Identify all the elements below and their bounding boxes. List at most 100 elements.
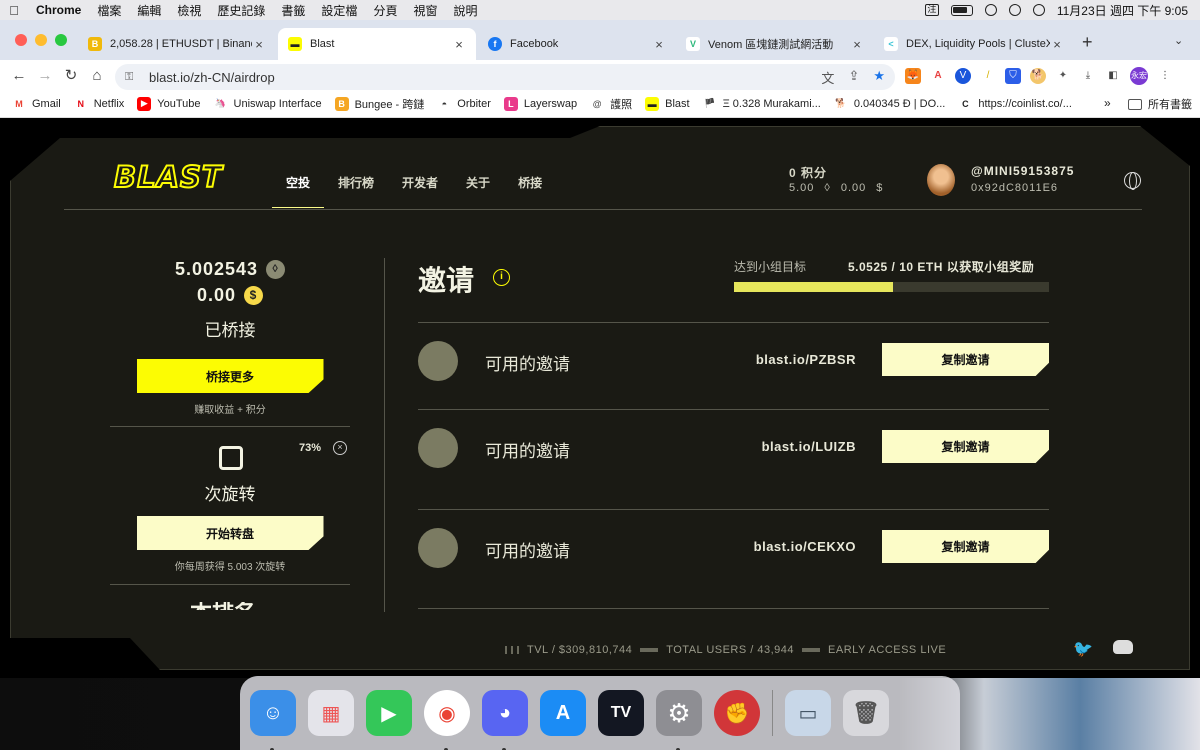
menu-help[interactable]: 說明 <box>445 2 485 19</box>
trash-icon[interactable]: 🗑 <box>843 690 889 736</box>
forward-arrow-icon[interactable]: → <box>32 67 58 84</box>
wallet-address[interactable]: 0x92dC8011E6 <box>971 182 1058 194</box>
url-text[interactable]: blast.io/zh-CN/airdrop <box>149 70 275 85</box>
note-icon[interactable]: / <box>980 68 996 84</box>
wifi-icon[interactable] <box>984 4 997 16</box>
profile-avatar[interactable]: 永宏 <box>1130 67 1148 85</box>
nav-airdrop[interactable]: 空投 <box>272 164 325 208</box>
shield-icon[interactable]: ⛉ <box>1005 68 1021 84</box>
language-globe-icon[interactable] <box>1124 172 1141 190</box>
all-bookmarks-folder[interactable]: 所有書籤 <box>1128 96 1192 112</box>
apple-menu-icon[interactable]:  <box>0 3 28 18</box>
tab-binance[interactable]: B 2,058.28 | ETHUSDT | Binance × <box>78 28 276 60</box>
bookmark-coinlist[interactable]: Chttps://coinlist.co/... <box>958 97 1072 111</box>
start-spin-button[interactable]: 开始转盘 <box>136 516 324 550</box>
finder-icon[interactable]: ☺ <box>250 690 296 750</box>
bookmark-bungee[interactable]: B Bungee - 跨鏈 <box>334 96 424 112</box>
close-tab-icon[interactable]: × <box>850 37 864 52</box>
nav-developers[interactable]: 开发者 <box>388 164 452 208</box>
menu-bookmarks[interactable]: 書籤 <box>273 2 313 19</box>
more-menu-icon[interactable]: ⋮ <box>1157 68 1173 84</box>
discord-icon[interactable] <box>1113 640 1133 654</box>
bookmark-doge[interactable]: 🐕 0.040345 Đ | DO... <box>834 97 945 111</box>
reload-icon[interactable]: ↻ <box>58 66 84 84</box>
bookmark-youtube[interactable]: ▶ YouTube <box>137 96 201 111</box>
bookmark-uniswap[interactable]: 🦄 Uniswap Interface <box>214 97 322 111</box>
menu-history[interactable]: 歷史記錄 <box>209 2 273 19</box>
nav-leaderboard[interactable]: 排行榜 <box>324 164 388 208</box>
invite-link[interactable]: blast.io/CEKXO <box>754 539 856 554</box>
riot-icon[interactable]: ✊ <box>714 690 760 736</box>
system-settings-icon[interactable]: ⚙ <box>656 690 702 750</box>
app-menu[interactable]: Chrome <box>28 3 89 17</box>
close-window-button[interactable] <box>15 34 27 46</box>
bookmark-orbiter[interactable]: ◓ Orbiter <box>437 97 491 111</box>
zoom-window-button[interactable] <box>55 34 67 46</box>
close-tab-icon[interactable]: × <box>452 37 466 52</box>
menu-window[interactable]: 視窗 <box>405 2 445 19</box>
doge-wallet-icon[interactable]: 🐕 <box>1030 68 1046 84</box>
back-arrow-icon[interactable]: ← <box>6 67 32 84</box>
user-avatar[interactable] <box>927 164 955 196</box>
new-tab-button[interactable]: + <box>1082 32 1093 53</box>
site-info-icon[interactable]: ⚿ <box>125 71 139 84</box>
bookmark-gmail[interactable]: M Gmail <box>12 97 60 111</box>
twitter-icon[interactable]: 🐦 <box>1073 639 1093 659</box>
nav-about[interactable]: 关于 <box>452 164 504 208</box>
address-bar[interactable]: ⚿ blast.io/zh-CN/airdrop 文 ⇪ ★ <box>115 64 895 90</box>
search-icon[interactable] <box>1008 4 1021 16</box>
side-panel-icon[interactable]: ◧ <box>1105 68 1121 84</box>
battery-icon[interactable] <box>950 4 973 16</box>
bookmark-passport[interactable]: @ 護照 <box>590 96 632 112</box>
invite-link[interactable]: blast.io/PZBSR <box>756 352 856 367</box>
menu-edit[interactable]: 編輯 <box>129 2 169 19</box>
tradingview-icon[interactable]: TV <box>598 690 644 736</box>
username[interactable]: @MINI59153875 <box>971 164 1074 178</box>
invite-link[interactable]: blast.io/LUIZB <box>762 439 856 454</box>
launchpad-icon[interactable]: ▦ <box>308 690 354 736</box>
avalanche-icon[interactable]: A <box>930 68 946 84</box>
close-tab-icon[interactable]: × <box>252 37 266 52</box>
home-icon[interactable]: ⌂ <box>84 67 110 84</box>
copy-invite-button[interactable]: 复制邀请 <box>882 343 1049 376</box>
menu-tab[interactable]: 分頁 <box>365 2 405 19</box>
nav-bridge[interactable]: 桥接 <box>504 164 556 208</box>
facetime-icon[interactable]: ▶ <box>366 690 412 736</box>
tab-blast[interactable]: ▬ Blast × <box>278 28 476 60</box>
tab-clustex[interactable]: < DEX, Liquidity Pools | ClusteX × <box>874 28 1074 60</box>
extensions-puzzle-icon[interactable]: ✦ <box>1055 68 1071 84</box>
bookmarks-overflow-chevron-icon[interactable]: » <box>1104 96 1111 110</box>
translate-icon[interactable]: 文 <box>821 68 834 87</box>
minimize-window-button[interactable] <box>35 34 47 46</box>
menu-file[interactable]: 檔案 <box>89 2 129 19</box>
tab-search-chevron-icon[interactable]: ⌄ <box>1174 34 1183 47</box>
copy-invite-button[interactable]: 复制邀请 <box>882 430 1049 463</box>
tab-venom[interactable]: V Venom 區塊鏈測試網活動 × <box>676 28 874 60</box>
bookmark-netflix[interactable]: N Netflix <box>74 97 124 111</box>
close-tab-icon[interactable]: × <box>652 37 666 52</box>
app-store-icon[interactable]: A <box>540 690 586 736</box>
download-icon[interactable]: ⤓ <box>1080 68 1096 84</box>
close-circle-icon[interactable]: × <box>333 441 347 455</box>
blast-logo[interactable]: BLAST <box>113 159 223 195</box>
metamask-icon[interactable]: 🦊 <box>905 68 921 84</box>
close-tab-icon[interactable]: × <box>1050 37 1064 52</box>
bridge-more-button[interactable]: 桥接更多 <box>136 359 324 393</box>
tab-facebook[interactable]: f Facebook × <box>478 28 676 60</box>
menubar-datetime[interactable]: 11月23日 週四 下午 9:05 <box>1057 2 1188 19</box>
bookmark-blast[interactable]: ▬ Blast <box>645 96 690 111</box>
copy-invite-button[interactable]: 复制邀请 <box>882 530 1049 563</box>
menu-view[interactable]: 檢視 <box>169 2 209 19</box>
share-icon[interactable]: ⇪ <box>848 68 859 87</box>
venom-wallet-icon[interactable]: V <box>955 68 971 84</box>
input-method-icon[interactable]: 注 <box>924 4 939 16</box>
bookmark-layerswap[interactable]: L Layerswap <box>503 96 577 111</box>
bookmark-star-icon[interactable]: ★ <box>873 68 885 87</box>
menu-profiles[interactable]: 設定檔 <box>313 2 365 19</box>
bookmark-murakami[interactable]: 🏴 Ξ 0.328 Murakami... <box>703 97 821 111</box>
info-icon[interactable]: i <box>493 269 510 286</box>
chrome-icon[interactable]: ◉ <box>424 690 470 750</box>
preview-icon[interactable]: ▭ <box>785 690 831 736</box>
discord-app-icon[interactable]: ◕ <box>482 690 528 750</box>
control-center-icon[interactable] <box>1032 4 1045 16</box>
